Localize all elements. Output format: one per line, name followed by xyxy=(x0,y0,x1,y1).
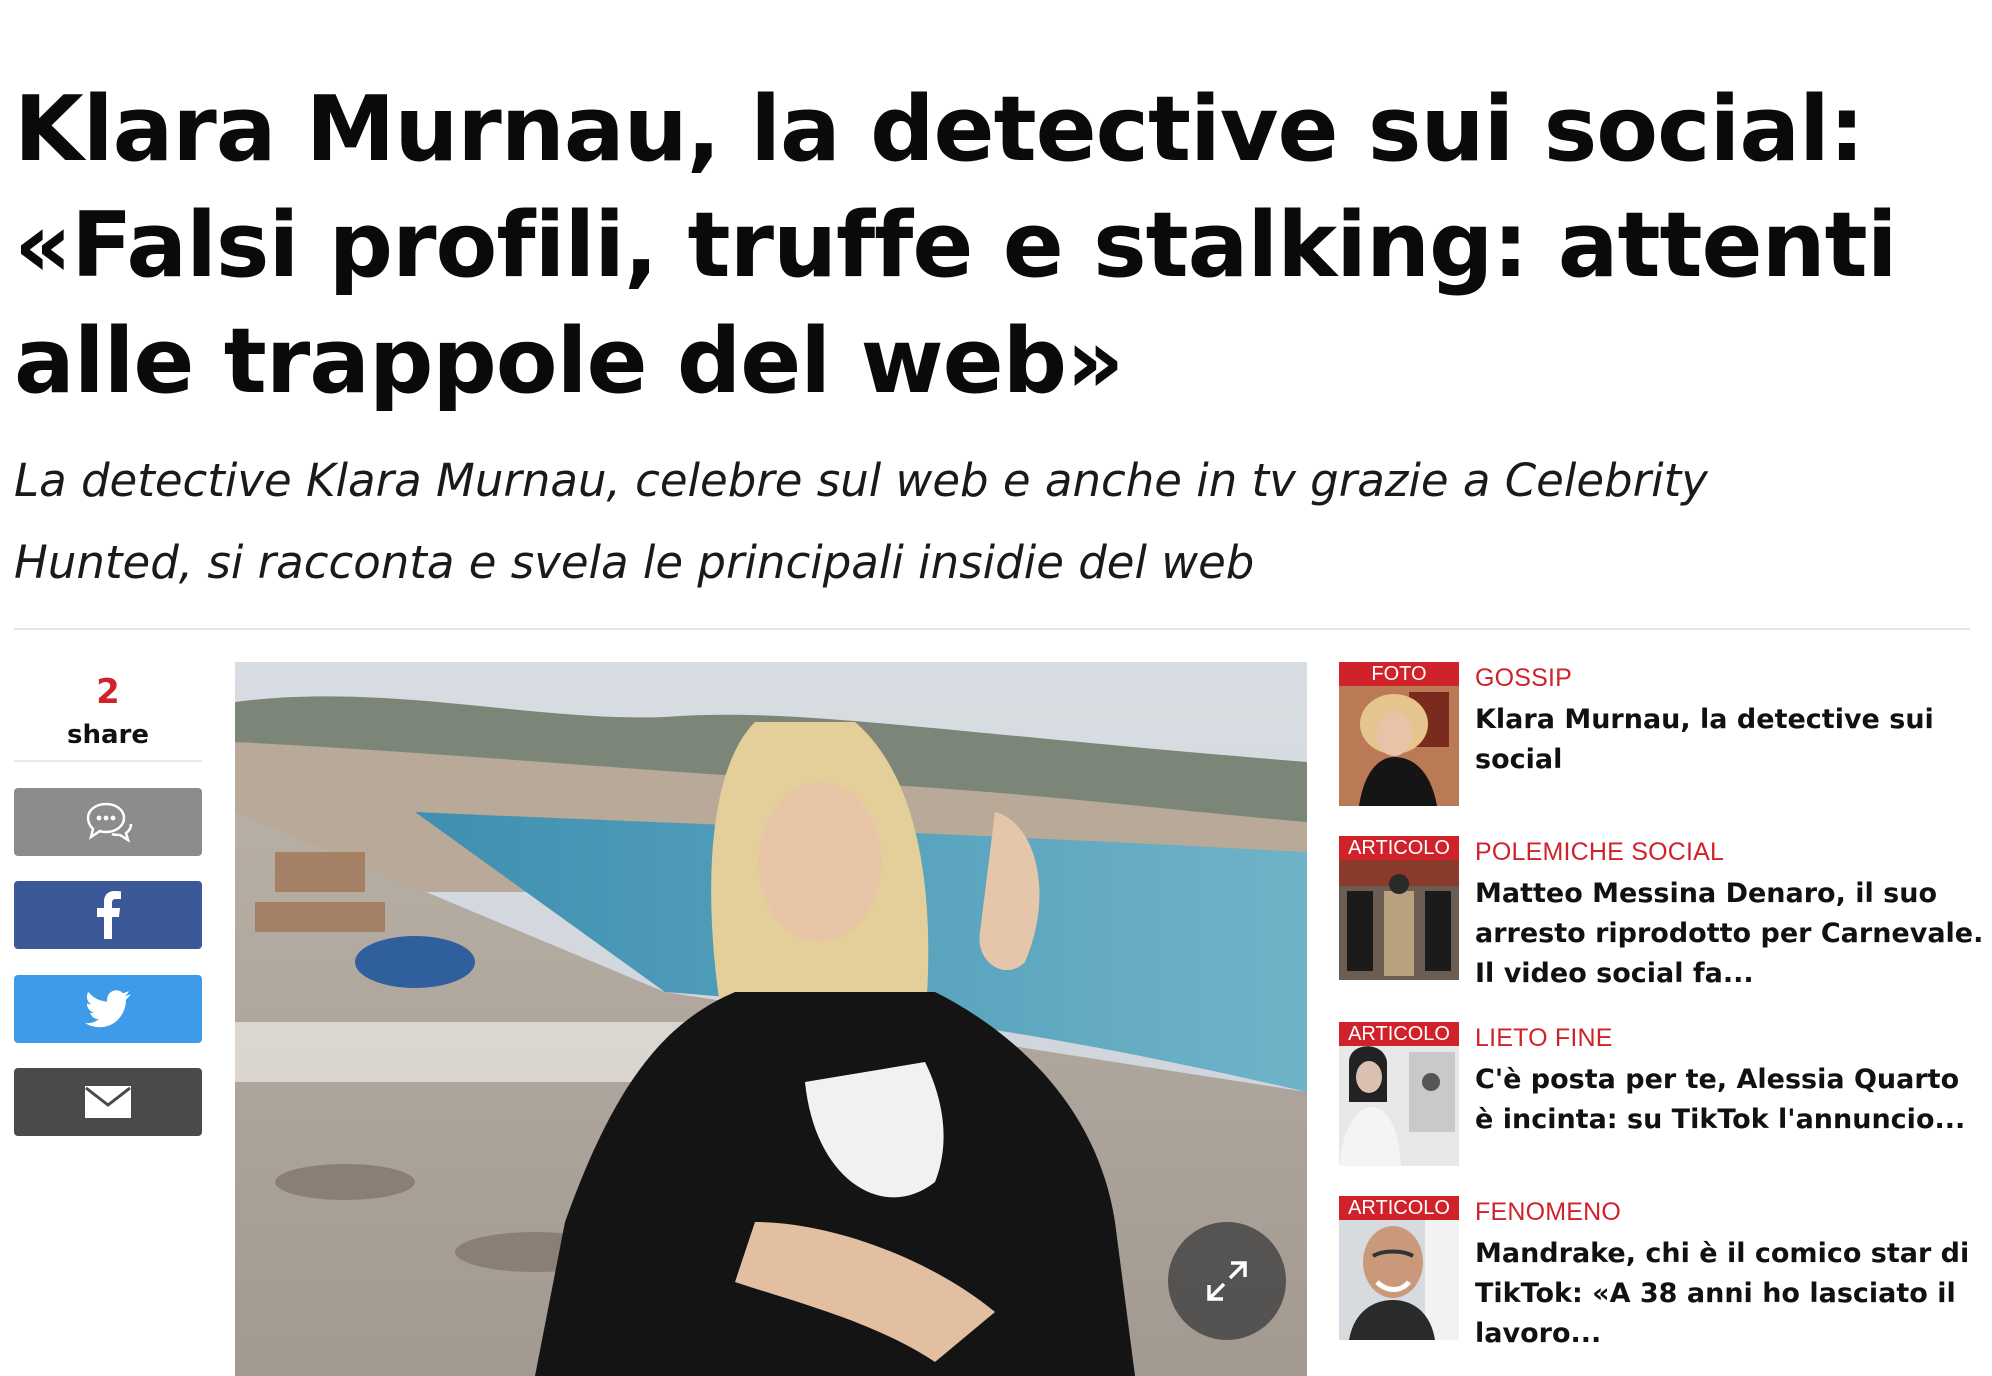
sidebar-title[interactable]: C'è posta per te, Alessia Quarto è incin… xyxy=(1475,1060,1985,1140)
comments-icon xyxy=(86,802,133,843)
sidebar-category[interactable]: GOSSIP xyxy=(1475,664,1572,693)
sidebar-thumbnail[interactable]: ARTICOLO xyxy=(1339,1022,1459,1166)
divider xyxy=(14,628,1970,630)
sidebar-thumbnail[interactable]: ARTICOLO xyxy=(1339,836,1459,980)
sidebar-category[interactable]: FENOMENO xyxy=(1475,1198,1621,1227)
sidebar-category[interactable]: POLEMICHE SOCIAL xyxy=(1475,838,1724,867)
content-type-badge: FOTO xyxy=(1339,662,1459,686)
comments-button[interactable] xyxy=(14,788,202,856)
sidebar-thumbnail[interactable]: ARTICOLO xyxy=(1339,1196,1459,1340)
article-headline: Klara Murnau, la detective sui social: «… xyxy=(14,77,1898,414)
sidebar-thumbnail[interactable]: FOTO xyxy=(1339,662,1459,806)
twitter-share-button[interactable] xyxy=(14,975,202,1043)
email-share-button[interactable] xyxy=(14,1068,202,1136)
sidebar-category[interactable]: LIETO FINE xyxy=(1475,1024,1613,1053)
share-label: share xyxy=(67,720,149,750)
article-subtitle: La detective Klara Murnau, celebre sul w… xyxy=(14,454,1708,589)
content-type-badge: ARTICOLO xyxy=(1339,1196,1459,1220)
article-hero-image[interactable] xyxy=(235,662,1307,1376)
sidebar-title[interactable]: Klara Murnau, la detective sui social xyxy=(1475,700,1985,780)
twitter-icon xyxy=(85,990,131,1028)
email-icon xyxy=(85,1086,131,1118)
facebook-icon xyxy=(97,891,121,939)
sidebar-item[interactable]: ARTICOLO FENOMENO Mandrake, chi è il com… xyxy=(1339,1196,1979,1366)
sidebar-item[interactable]: ARTICOLO POLEMICHE SOCIAL Matteo Messina… xyxy=(1339,836,1983,1006)
content-type-badge: ARTICOLO xyxy=(1339,1022,1459,1046)
sidebar-title[interactable]: Matteo Messina Denaro, il suo arresto ri… xyxy=(1475,874,1985,994)
expand-icon xyxy=(1207,1261,1247,1301)
share-count: 2 xyxy=(96,672,120,712)
share-divider xyxy=(14,760,202,762)
sidebar-item[interactable]: ARTICOLO LIETO FINE C'è posta per te, Al… xyxy=(1339,1022,1979,1172)
content-type-badge: ARTICOLO xyxy=(1339,836,1459,860)
sidebar-item[interactable]: FOTO GOSSIP Klara Murnau, la detective s… xyxy=(1339,662,1979,812)
expand-image-button[interactable] xyxy=(1168,1222,1286,1340)
facebook-share-button[interactable] xyxy=(14,881,202,949)
sidebar-title[interactable]: Mandrake, chi è il comico star di TikTok… xyxy=(1475,1234,1985,1354)
